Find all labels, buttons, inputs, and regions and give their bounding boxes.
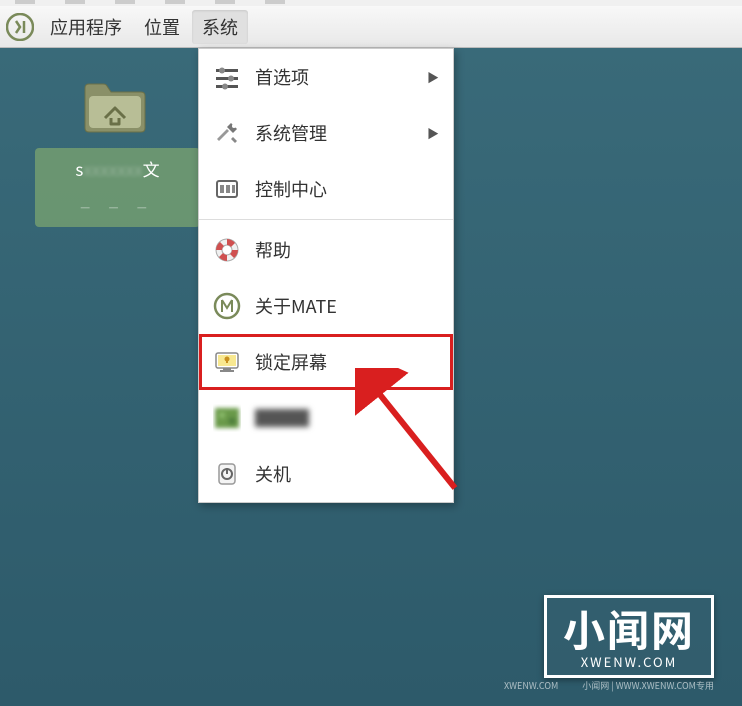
home-folder-icon[interactable] bbox=[35, 78, 195, 134]
menu-label: 关机 bbox=[255, 461, 439, 487]
watermark-subtitle: XWENW.COM bbox=[563, 652, 695, 671]
menu-label: 系统管理 bbox=[255, 120, 427, 146]
menu-item-obscured[interactable]: ███ bbox=[199, 390, 453, 446]
menu-label: ███ bbox=[255, 405, 439, 431]
selected-item-label: sxxxxxxx文 bbox=[39, 156, 196, 181]
system-dropdown-menu: 首选项 ▶ 系统管理 ▶ 控制中心 bbox=[198, 48, 454, 503]
shutdown-icon bbox=[213, 460, 241, 488]
mate-logo-icon bbox=[213, 292, 241, 320]
menu-separator bbox=[199, 219, 453, 220]
menu-item-control-center[interactable]: 控制中心 bbox=[199, 161, 453, 217]
tools-icon bbox=[213, 119, 241, 147]
watermark-footer: XWENW.COM 小闻网 | WWW.XWENW.COM专用 bbox=[504, 679, 714, 692]
desktop-area[interactable]: sxxxxxxx文 — — — 首选项 ▶ bbox=[0, 48, 742, 706]
selected-item-sub: — — — bbox=[39, 199, 196, 215]
menu-item-about-mate[interactable]: 关于MATE bbox=[199, 278, 453, 334]
menu-label: 关于MATE bbox=[255, 293, 439, 319]
menu-label: 锁定屏幕 bbox=[255, 349, 439, 375]
menu-system[interactable]: 系统 bbox=[192, 10, 248, 44]
chevron-right-icon: ▶ bbox=[427, 125, 439, 142]
menu-item-preferences[interactable]: 首选项 ▶ bbox=[199, 49, 453, 105]
preferences-icon bbox=[213, 63, 241, 91]
menu-places[interactable]: 位置 bbox=[134, 10, 190, 44]
help-icon bbox=[213, 236, 241, 264]
menu-label: 帮助 bbox=[255, 237, 439, 263]
menu-applications[interactable]: 应用程序 bbox=[40, 10, 132, 44]
mate-logo-icon bbox=[6, 13, 34, 41]
menu-label: 控制中心 bbox=[255, 176, 439, 202]
menu-item-help[interactable]: 帮助 bbox=[199, 222, 453, 278]
lock-screen-icon bbox=[213, 348, 241, 376]
watermark-box: 小闻网 XWENW.COM bbox=[544, 595, 714, 678]
menu-label: 首选项 bbox=[255, 64, 427, 90]
menu-item-administration[interactable]: 系统管理 ▶ bbox=[199, 105, 453, 161]
watermark-title: 小闻网 bbox=[563, 608, 695, 650]
chevron-right-icon: ▶ bbox=[427, 69, 439, 86]
obscured-icon bbox=[213, 404, 241, 432]
menu-item-lock-screen[interactable]: 锁定屏幕 bbox=[199, 334, 453, 390]
selected-desktop-item[interactable]: sxxxxxxx文 — — — bbox=[35, 148, 200, 227]
menu-item-shutdown[interactable]: 关机 bbox=[199, 446, 453, 502]
top-panel: 应用程序 位置 系统 bbox=[0, 6, 742, 48]
control-center-icon bbox=[213, 175, 241, 203]
